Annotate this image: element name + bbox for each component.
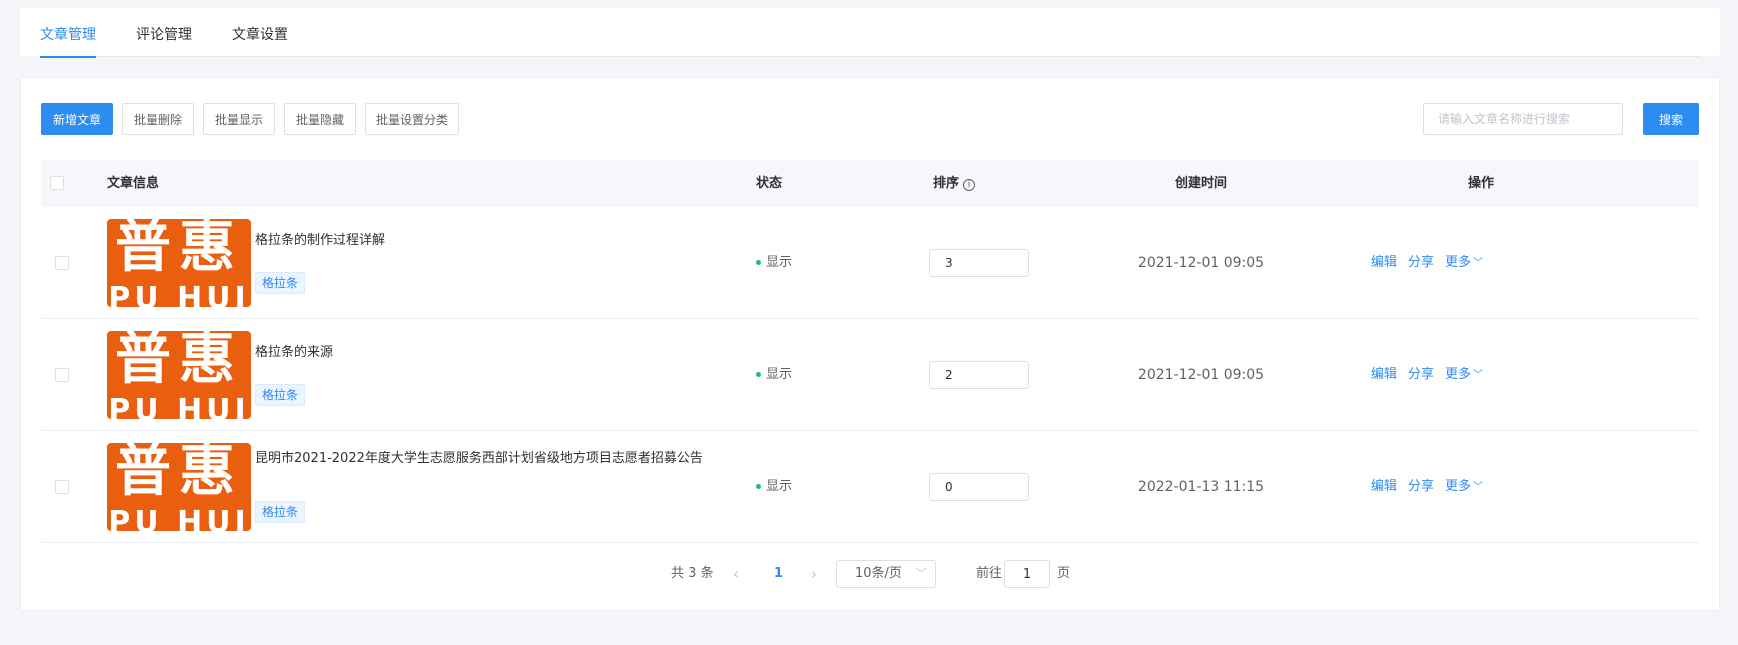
article-table: 文章信息 状态 排序 i 创建时间 操作 普惠 PU HUI 格拉条的制作过程详解… [41,160,1699,543]
column-header-sort: 排序 i [933,160,976,207]
sort-order-input[interactable] [929,473,1029,501]
row-checkbox[interactable] [55,480,69,494]
chevron-down-icon: ﹀ [1473,258,1484,269]
more-dropdown[interactable]: 更多 ﹀ [1445,479,1483,494]
batch-show-button[interactable]: 批量显示 [203,103,275,135]
thumbnail-logo-subtext: PU HUI [108,393,250,419]
goto-label: 前往 [976,566,1003,581]
status-badge: 显示 [756,477,792,497]
page: 文章管理 评论管理 文章设置 新增文章 批量删除 批量显示 批量隐藏 批量设置分… [0,0,1738,645]
tab-article-settings[interactable]: 文章设置 [232,8,288,57]
toolbar: 新增文章 批量删除 批量显示 批量隐藏 批量设置分类 搜索 [41,103,1699,137]
share-link[interactable]: 分享 [1408,479,1434,494]
thumbnail-logo-text: 普惠 [115,443,243,504]
column-header-status: 状态 [756,176,783,191]
article-title[interactable]: 格拉条的制作过程详解 [255,229,725,253]
row-actions: 编辑 分享 更多 ﹀ [1371,253,1494,274]
search-input[interactable] [1423,103,1623,135]
pagination-total: 共 3 条 [671,566,714,581]
column-header-actions: 操作 [1467,176,1494,191]
edit-link[interactable]: 编辑 [1371,479,1397,494]
share-link[interactable]: 分享 [1408,255,1434,270]
next-page-icon[interactable]: › [811,560,817,588]
column-header-created: 创建时间 [1174,176,1227,191]
table-row: 普惠 PU HUI 格拉条的来源 格拉条 显示 2021-12-01 09:05… [41,319,1699,431]
status-label: 显示 [766,479,793,494]
thumbnail-logo-text: 普惠 [115,219,243,280]
page-number-current[interactable]: 1 [774,560,783,588]
sort-order-input[interactable] [929,361,1029,389]
status-badge: 显示 [756,253,792,273]
article-list-card: 新增文章 批量删除 批量显示 批量隐藏 批量设置分类 搜索 文章信息 状态 排序… [20,77,1720,611]
column-header-info: 文章信息 [107,176,160,191]
row-checkbox[interactable] [55,368,69,382]
sort-order-input[interactable] [929,249,1029,277]
status-dot-icon [756,484,761,489]
goto-page-input[interactable] [1004,560,1050,588]
batch-hide-button[interactable]: 批量隐藏 [284,103,356,135]
more-label: 更多 [1445,367,1472,382]
article-thumbnail: 普惠 PU HUI [107,443,251,531]
article-title[interactable]: 昆明市2021-2022年度大学生志愿服务西部计划省级地方项目志愿者招募公告 [255,447,725,471]
info-circle-icon[interactable]: i [963,179,976,191]
prev-page-icon[interactable]: ‹ [733,560,739,588]
tab-article-management[interactable]: 文章管理 [40,8,96,58]
created-time: 2021-12-01 09:05 [1137,255,1265,271]
category-tag: 格拉条 [255,272,306,294]
table-row: 普惠 PU HUI 格拉条的制作过程详解 格拉条 显示 2021-12-01 0… [41,207,1699,319]
more-label: 更多 [1445,479,1472,494]
article-title[interactable]: 格拉条的来源 [255,341,725,365]
add-article-button[interactable]: 新增文章 [41,103,113,135]
batch-delete-button[interactable]: 批量删除 [122,103,194,135]
category-tag: 格拉条 [255,501,306,523]
pagination: 共 3 条 ‹ 1 › 10条/页 ﹀ 前往 页 [21,560,1719,588]
chevron-down-icon: ﹀ [1473,370,1484,381]
category-tag: 格拉条 [255,384,306,406]
chevron-down-icon: ﹀ [916,567,927,580]
tabs-card: 文章管理 评论管理 文章设置 [20,8,1720,58]
created-time: 2021-12-01 09:05 [1137,367,1265,383]
row-checkbox[interactable] [55,256,69,270]
edit-link[interactable]: 编辑 [1371,367,1397,382]
more-dropdown[interactable]: 更多 ﹀ [1445,255,1483,270]
tab-bar: 文章管理 评论管理 文章设置 [40,8,1700,58]
select-all-checkbox[interactable] [50,176,64,190]
status-dot-icon [756,260,761,265]
more-dropdown[interactable]: 更多 ﹀ [1445,367,1483,382]
thumbnail-logo-text: 普惠 [115,331,243,392]
thumbnail-logo-subtext: PU HUI [108,281,250,307]
status-label: 显示 [766,367,793,382]
table-header: 文章信息 状态 排序 i 创建时间 操作 [41,160,1699,207]
more-label: 更多 [1445,255,1472,270]
thumbnail-logo-subtext: PU HUI [108,505,250,531]
page-suffix-label: 页 [1057,566,1071,581]
table-row: 普惠 PU HUI 昆明市2021-2022年度大学生志愿服务西部计划省级地方项… [41,431,1699,543]
chevron-down-icon: ﹀ [1473,482,1484,493]
share-link[interactable]: 分享 [1408,367,1434,382]
column-header-sort-label: 排序 [933,176,960,191]
created-time: 2022-01-13 11:15 [1137,479,1265,495]
status-dot-icon [756,372,761,377]
status-badge: 显示 [756,365,792,385]
page-size-value: 10条/页 [855,566,902,581]
batch-set-category-button[interactable]: 批量设置分类 [365,103,459,135]
row-actions: 编辑 分享 更多 ﹀ [1371,365,1494,386]
search-button[interactable]: 搜索 [1643,103,1699,135]
article-thumbnail: 普惠 PU HUI [107,331,251,419]
page-size-select[interactable]: 10条/页 ﹀ [836,560,936,588]
edit-link[interactable]: 编辑 [1371,255,1397,270]
row-actions: 编辑 分享 更多 ﹀ [1371,477,1494,498]
article-thumbnail: 普惠 PU HUI [107,219,251,307]
status-label: 显示 [766,255,793,270]
tab-comment-management[interactable]: 评论管理 [136,8,192,57]
